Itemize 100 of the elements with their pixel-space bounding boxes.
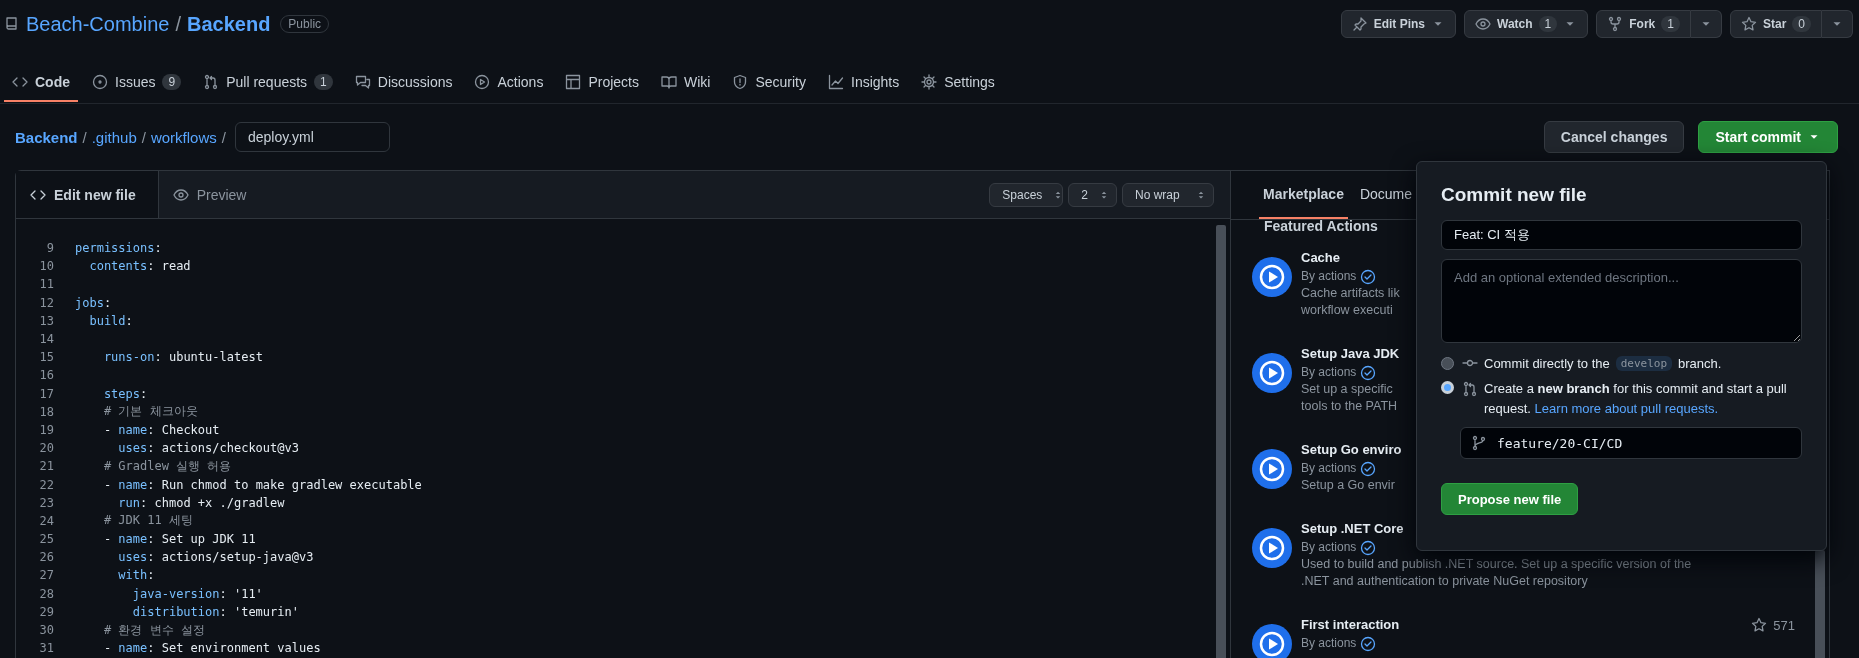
dropdown-button[interactable] <box>1690 10 1722 38</box>
settings-icon <box>921 74 938 90</box>
star-icon <box>1740 16 1757 32</box>
code-line: run: chmod +x ./gradlew <box>117 495 285 510</box>
code-line: # JDK 11 세팅 <box>102 512 193 530</box>
propose-button[interactable]: Propose new file <box>1441 483 1579 515</box>
code-line: build: <box>88 313 133 328</box>
repo-tab[interactable]: Pull requests 1 <box>195 64 341 102</box>
repo-link[interactable]: Backend <box>187 12 271 36</box>
separator: / <box>221 128 226 146</box>
table-icon <box>565 74 582 90</box>
branch-chip: develop <box>1615 355 1673 371</box>
line-number: 10 <box>38 259 54 274</box>
select-field[interactable]: No wrap <box>1122 182 1214 207</box>
start-commit-button[interactable]: Start commit <box>1698 121 1838 153</box>
publisher-label: By actions <box>1301 635 1357 652</box>
sidebar-tab[interactable]: Marketplace <box>1259 171 1348 219</box>
repo-tab[interactable]: Issues 9 <box>84 64 190 102</box>
action-title[interactable]: Setup .NET Core <box>1301 519 1404 539</box>
line-number: 15 <box>38 350 54 365</box>
repo-tab[interactable]: Settings <box>913 64 1003 102</box>
graph-icon <box>828 74 844 90</box>
line-number: 21 <box>38 459 54 474</box>
dropdown-button[interactable] <box>1822 10 1853 38</box>
description-line: .NET and authentication to private NuGet repository <box>1301 573 1588 590</box>
pin-button[interactable]: Edit Pins <box>1340 10 1456 38</box>
line-number: 29 <box>38 604 54 619</box>
book-icon <box>661 74 677 90</box>
verified-icon <box>1360 364 1377 381</box>
line-number: 23 <box>38 495 54 510</box>
line-number: 27 <box>38 568 54 583</box>
repo-tab[interactable]: Discussions <box>346 64 461 102</box>
count-badge: 1 <box>1538 16 1558 32</box>
sidebar-tab[interactable]: Docume <box>1355 171 1417 219</box>
code-line: java-version: '11' <box>131 586 263 601</box>
commit-summary-field[interactable]: Feat: CI 적용 <box>1441 220 1802 250</box>
breadcrumb-link[interactable]: Backend <box>15 128 78 146</box>
count-badge: 9 <box>162 74 182 90</box>
repo-tab[interactable]: Projects <box>557 64 647 102</box>
code-line: permissions: <box>75 241 162 256</box>
code-line: jobs: <box>75 295 112 310</box>
learn-more-link[interactable]: Learn more about pull requests. <box>1534 401 1719 416</box>
repo-tab[interactable]: Actions <box>466 64 552 102</box>
line-number: 28 <box>38 586 54 601</box>
line-number: 12 <box>38 295 54 310</box>
star-icon <box>1751 617 1768 633</box>
repo-tab[interactable]: Insights <box>820 64 908 102</box>
pull-request-icon <box>1462 381 1478 397</box>
line-number: 30 <box>38 623 54 638</box>
eye-icon <box>172 186 189 203</box>
separator: / <box>141 128 146 146</box>
code-line: steps: <box>102 386 148 401</box>
pin-icon <box>1351 16 1368 32</box>
line-number: 25 <box>38 532 54 547</box>
action-title[interactable]: First interaction <box>1301 615 1400 635</box>
count-badge: 1 <box>1661 16 1680 32</box>
filename-field[interactable]: deploy.yml <box>234 122 390 152</box>
cancel-button[interactable]: Cancel changes <box>1543 121 1685 153</box>
editor-tab[interactable]: Preview <box>158 171 269 218</box>
description-line: workflow executi <box>1301 302 1393 319</box>
play-icon <box>1252 449 1292 489</box>
fork-button[interactable]: Fork 1 <box>1596 10 1691 38</box>
owner-link[interactable]: Beach-Combine <box>26 12 170 36</box>
radio-button[interactable] <box>1441 357 1454 370</box>
separator: / <box>175 12 181 36</box>
code-line: - name: Run chmod to make gradlew executable <box>102 477 422 492</box>
code-line: contents: read <box>88 259 191 274</box>
line-number: 14 <box>38 332 54 347</box>
action-title[interactable]: Cache <box>1301 248 1341 268</box>
star-button[interactable]: Star 0 <box>1729 10 1822 38</box>
code-line: - name: Checkout <box>102 422 220 437</box>
select-field[interactable]: 2 <box>1068 182 1117 207</box>
code-line: distribution: 'temurin' <box>131 604 299 619</box>
scrollbar[interactable] <box>1216 225 1226 658</box>
description-line: Set up a specific <box>1301 381 1393 398</box>
popup-title: Commit new file <box>1441 184 1588 206</box>
publisher-label: By actions <box>1301 460 1357 477</box>
select-field[interactable]: Spaces <box>989 182 1064 207</box>
watch-button[interactable]: Watch 1 <box>1464 10 1589 38</box>
repo-tab[interactable]: Code <box>4 64 78 102</box>
action-title[interactable]: Setup Java JDK <box>1301 344 1400 364</box>
description-field[interactable]: Add an optional extended description... <box>1441 259 1802 343</box>
option-label: Create a new branch for this commit and start a pull request. Learn more about pull requests. <box>1484 380 1788 418</box>
option-label: Commit directly to the <box>1484 355 1610 371</box>
scrollbar[interactable] <box>1815 550 1825 658</box>
breadcrumb-link[interactable]: workflows <box>150 128 217 146</box>
option-label: branch. <box>1678 355 1722 371</box>
code-line: with: <box>117 568 155 583</box>
breadcrumb-link[interactable]: .github <box>91 128 137 146</box>
action-title[interactable]: Setup Go enviro <box>1301 440 1402 460</box>
editor-tab[interactable]: Edit new file <box>16 171 159 218</box>
line-number: 16 <box>38 368 54 383</box>
repo-tab[interactable]: Wiki <box>653 64 719 102</box>
pull-request-icon <box>203 74 220 90</box>
repo-tab[interactable]: Security <box>724 64 814 102</box>
separator: / <box>82 128 87 146</box>
branch-name-field[interactable]: feature/20-CI/CD <box>1460 427 1802 459</box>
line-number: 9 <box>45 241 54 256</box>
shield-icon <box>732 74 749 90</box>
verified-icon <box>1360 268 1377 285</box>
